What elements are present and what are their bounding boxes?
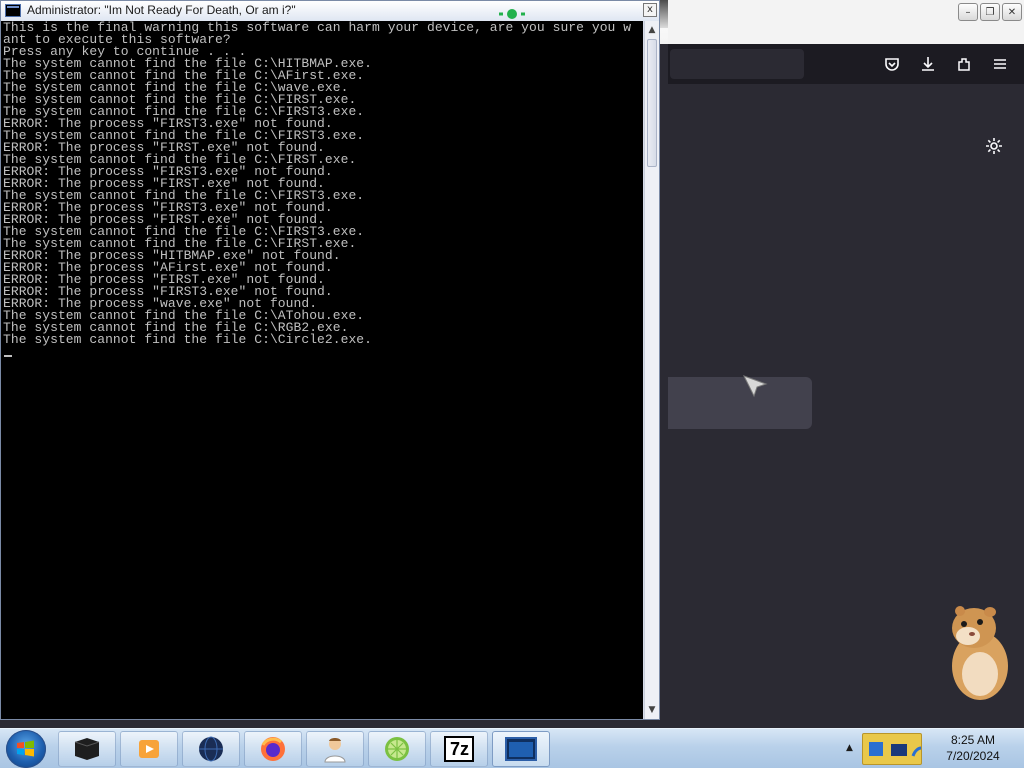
console-titlebar[interactable]: Administrator: "Im Not Ready For Death, … (1, 1, 659, 21)
console-line: The system cannot find the file C:\Circl… (3, 332, 373, 347)
taskbar-item-media[interactable] (120, 731, 178, 767)
clock-date: 7/20/2024 (946, 749, 1000, 763)
green-glitch-icon (497, 5, 527, 19)
console-icon (505, 737, 537, 761)
pocket-icon[interactable] (882, 54, 902, 74)
monitor-icon[interactable] (891, 744, 907, 756)
firefox-content (668, 84, 1024, 728)
speaker-icon[interactable] (911, 746, 922, 757)
taskbar: 7z ▲ 8:25 AM 7/20/2024 (0, 728, 1024, 768)
user-icon (324, 738, 346, 763)
network-icon[interactable] (869, 742, 883, 756)
firefox-toolbar (668, 44, 1024, 84)
taskbar-item-firefox[interactable] (244, 731, 302, 767)
window-title: Administrator: "Im Not Ready For Death, … (27, 3, 296, 17)
minimize-button[interactable]: – (958, 3, 978, 21)
scroll-up-icon[interactable]: ▲ (645, 23, 659, 37)
firefox-titlebar: – ❐ ✕ (668, 0, 1024, 44)
scrollbar[interactable]: ▲ ▼ (644, 21, 659, 719)
extensions-icon[interactable] (954, 54, 974, 74)
console-output[interactable]: This is the final warning this software … (1, 21, 643, 719)
start-button[interactable] (6, 730, 46, 768)
menu-icon[interactable] (990, 54, 1010, 74)
taskbar-item-globe[interactable] (182, 731, 240, 767)
console-window: Administrator: "Im Not Ready For Death, … (0, 0, 660, 720)
taskbar-item-console[interactable] (492, 731, 550, 767)
citrus-icon (385, 737, 409, 761)
console-text: This is the final warning this software … (3, 21, 631, 347)
text-cursor (4, 355, 12, 357)
system-tray (862, 733, 922, 765)
taskbar-item-7zip[interactable]: 7z (430, 731, 488, 767)
close-button[interactable]: ✕ (1002, 3, 1022, 21)
scroll-thumb[interactable] (647, 39, 657, 167)
taskbar-item-citrus[interactable] (368, 731, 426, 767)
hamster-image (938, 604, 1018, 704)
close-button[interactable]: x (643, 3, 657, 17)
terminal-icon (74, 738, 100, 760)
firefox-icon (261, 737, 285, 761)
gear-icon[interactable] (982, 134, 1006, 158)
taskbar-item-user[interactable] (306, 731, 364, 767)
url-bar[interactable] (670, 49, 804, 79)
windows-logo-icon (17, 740, 34, 757)
clock[interactable]: 8:25 AM 7/20/2024 (930, 732, 1016, 766)
taskbar-item-terminal[interactable] (58, 731, 116, 767)
restore-button[interactable]: ❐ (980, 3, 1000, 21)
firefox-window: – ❐ ✕ (668, 0, 1024, 728)
media-player-icon (139, 740, 159, 758)
mouse-cursor-icon (740, 372, 770, 402)
console-icon (5, 4, 21, 17)
globe-icon (199, 736, 223, 762)
show-hidden-icons-button[interactable]: ▲ (846, 743, 856, 753)
clock-time: 8:25 AM (950, 733, 996, 747)
7zip-label: 7z (450, 739, 470, 759)
download-icon[interactable] (918, 54, 938, 74)
window-controls: – ❐ ✕ (958, 3, 1022, 21)
scroll-down-icon[interactable]: ▼ (645, 703, 659, 717)
